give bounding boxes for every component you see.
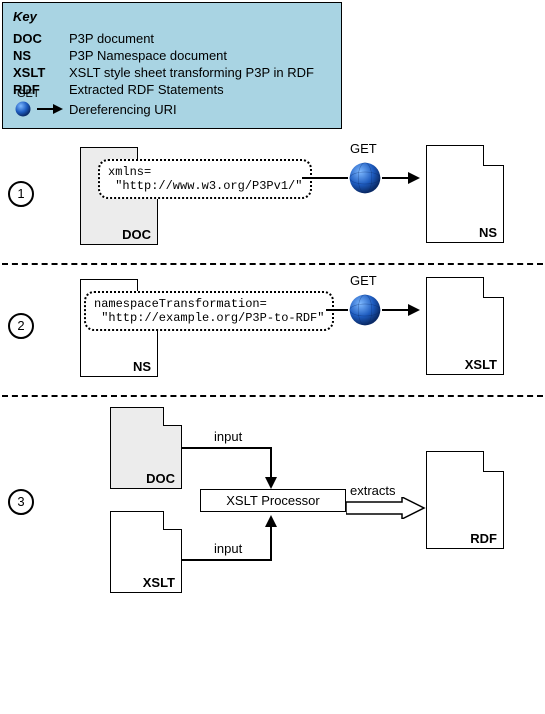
- file-xslt: XSLT: [426, 277, 504, 375]
- code-snippet: xmlns= "http://www.w3.org/P3Pv1/": [98, 159, 312, 199]
- arrow-icon: [37, 99, 63, 119]
- key-get-label: GET: [17, 88, 40, 100]
- key-title: Key: [13, 9, 331, 24]
- file-rdf: RDF: [426, 451, 504, 549]
- file-label: DOC: [122, 227, 151, 242]
- file-label: XSLT: [465, 357, 497, 372]
- key-box: Key DOCP3P document NSP3P Namespace docu…: [2, 2, 342, 129]
- key-desc: Extracted RDF Statements: [69, 81, 314, 98]
- file-xslt: XSLT: [110, 511, 182, 593]
- key-desc: P3P Namespace document: [69, 47, 314, 64]
- step-number: 3: [8, 489, 34, 515]
- arrow-icon: [408, 172, 420, 184]
- code-snippet: namespaceTransformation= "http://example…: [84, 291, 334, 331]
- arrow-icon: [408, 304, 420, 316]
- get-label: GET: [350, 273, 377, 288]
- divider: [2, 263, 543, 265]
- key-term: NS: [13, 47, 69, 64]
- connector-line: [270, 447, 272, 479]
- input-label: input: [214, 541, 242, 556]
- input-label: input: [214, 429, 242, 444]
- key-desc: P3P document: [69, 30, 314, 47]
- hollow-arrow-icon: [346, 497, 426, 519]
- arrow-icon: [265, 515, 277, 527]
- key-term: XSLT: [13, 64, 69, 81]
- connector-line: [302, 177, 348, 179]
- connector-line: [326, 309, 348, 311]
- file-label: DOC: [146, 471, 175, 486]
- divider: [2, 395, 543, 397]
- step-1: 1 DOC xmlns= "http://www.w3.org/P3Pv1/" …: [2, 137, 543, 257]
- step-3: 3 DOC input XSLT Processor XSLT input ex…: [2, 401, 543, 601]
- file-label: XSLT: [143, 575, 175, 590]
- connector-line: [382, 177, 410, 179]
- globe-icon: [13, 99, 33, 119]
- key-table: DOCP3P document NSP3P Namespace document…: [13, 30, 314, 120]
- file-label: NS: [133, 359, 151, 374]
- file-label: NS: [479, 225, 497, 240]
- file-label: RDF: [470, 531, 497, 546]
- connector-line: [382, 309, 410, 311]
- step-number: 1: [8, 181, 34, 207]
- step-number: 2: [8, 313, 34, 339]
- extracts-label: extracts: [350, 483, 396, 498]
- arrow-icon: [265, 477, 277, 489]
- get-label: GET: [350, 141, 377, 156]
- globe-icon: [348, 293, 382, 327]
- connector-line: [182, 559, 272, 561]
- file-doc: DOC: [110, 407, 182, 489]
- connector-line: [182, 447, 272, 449]
- step-2: 2 NS namespaceTransformation= "http://ex…: [2, 269, 543, 389]
- key-desc: Dereferencing URI: [69, 98, 314, 120]
- file-ns: NS: [426, 145, 504, 243]
- key-desc: XSLT style sheet transforming P3P in RDF: [69, 64, 314, 81]
- processor-box: XSLT Processor: [200, 489, 346, 512]
- globe-icon: [348, 161, 382, 195]
- connector-line: [270, 525, 272, 561]
- key-term: DOC: [13, 30, 69, 47]
